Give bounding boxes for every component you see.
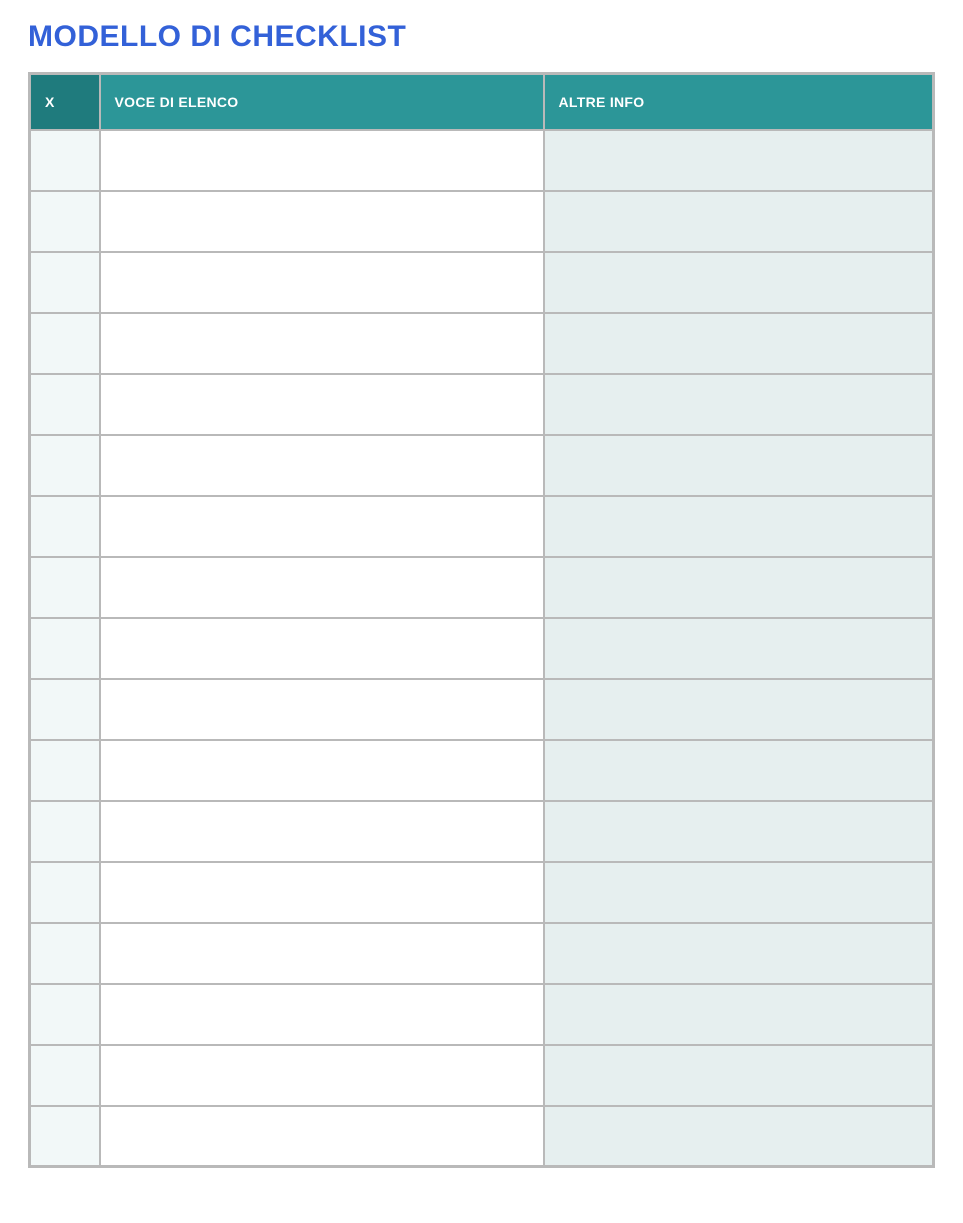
info-cell[interactable] <box>544 984 934 1045</box>
info-cell[interactable] <box>544 130 934 191</box>
check-cell[interactable] <box>30 984 100 1045</box>
check-cell[interactable] <box>30 1045 100 1106</box>
table-header: X VOCE DI ELENCO ALTRE INFO <box>30 74 934 130</box>
item-cell[interactable] <box>100 740 544 801</box>
info-cell[interactable] <box>544 557 934 618</box>
table-row <box>30 496 934 557</box>
table-row <box>30 679 934 740</box>
check-cell[interactable] <box>30 313 100 374</box>
header-check: X <box>30 74 100 130</box>
item-cell[interactable] <box>100 1045 544 1106</box>
item-cell[interactable] <box>100 1106 544 1167</box>
item-cell[interactable] <box>100 252 544 313</box>
check-cell[interactable] <box>30 435 100 496</box>
item-cell[interactable] <box>100 923 544 984</box>
info-cell[interactable] <box>544 435 934 496</box>
table-row <box>30 374 934 435</box>
info-cell[interactable] <box>544 374 934 435</box>
table-row <box>30 862 934 923</box>
info-cell[interactable] <box>544 252 934 313</box>
item-cell[interactable] <box>100 801 544 862</box>
item-cell[interactable] <box>100 557 544 618</box>
check-cell[interactable] <box>30 618 100 679</box>
item-cell[interactable] <box>100 862 544 923</box>
item-cell[interactable] <box>100 313 544 374</box>
item-cell[interactable] <box>100 435 544 496</box>
table-row <box>30 618 934 679</box>
table-row <box>30 191 934 252</box>
table-row <box>30 435 934 496</box>
check-cell[interactable] <box>30 130 100 191</box>
header-info: ALTRE INFO <box>544 74 934 130</box>
check-cell[interactable] <box>30 862 100 923</box>
table-body <box>30 130 934 1167</box>
checklist-table: X VOCE DI ELENCO ALTRE INFO <box>28 72 935 1168</box>
item-cell[interactable] <box>100 191 544 252</box>
item-cell[interactable] <box>100 618 544 679</box>
check-cell[interactable] <box>30 679 100 740</box>
info-cell[interactable] <box>544 1045 934 1106</box>
item-cell[interactable] <box>100 496 544 557</box>
info-cell[interactable] <box>544 862 934 923</box>
info-cell[interactable] <box>544 801 934 862</box>
table-row <box>30 923 934 984</box>
table-row <box>30 252 934 313</box>
table-row <box>30 313 934 374</box>
info-cell[interactable] <box>544 740 934 801</box>
info-cell[interactable] <box>544 923 934 984</box>
check-cell[interactable] <box>30 801 100 862</box>
table-row <box>30 984 934 1045</box>
table-row <box>30 130 934 191</box>
info-cell[interactable] <box>544 618 934 679</box>
check-cell[interactable] <box>30 1106 100 1167</box>
table-row <box>30 557 934 618</box>
table-row <box>30 740 934 801</box>
check-cell[interactable] <box>30 923 100 984</box>
info-cell[interactable] <box>544 679 934 740</box>
check-cell[interactable] <box>30 191 100 252</box>
check-cell[interactable] <box>30 740 100 801</box>
info-cell[interactable] <box>544 1106 934 1167</box>
header-item: VOCE DI ELENCO <box>100 74 544 130</box>
check-cell[interactable] <box>30 557 100 618</box>
table-row <box>30 801 934 862</box>
item-cell[interactable] <box>100 374 544 435</box>
item-cell[interactable] <box>100 130 544 191</box>
check-cell[interactable] <box>30 374 100 435</box>
check-cell[interactable] <box>30 496 100 557</box>
info-cell[interactable] <box>544 496 934 557</box>
check-cell[interactable] <box>30 252 100 313</box>
table-row <box>30 1045 934 1106</box>
page-title: MODELLO DI CHECKLIST <box>28 20 935 54</box>
item-cell[interactable] <box>100 679 544 740</box>
checklist-document: MODELLO DI CHECKLIST X VOCE DI ELENCO AL… <box>0 0 963 1198</box>
info-cell[interactable] <box>544 313 934 374</box>
info-cell[interactable] <box>544 191 934 252</box>
table-row <box>30 1106 934 1167</box>
item-cell[interactable] <box>100 984 544 1045</box>
